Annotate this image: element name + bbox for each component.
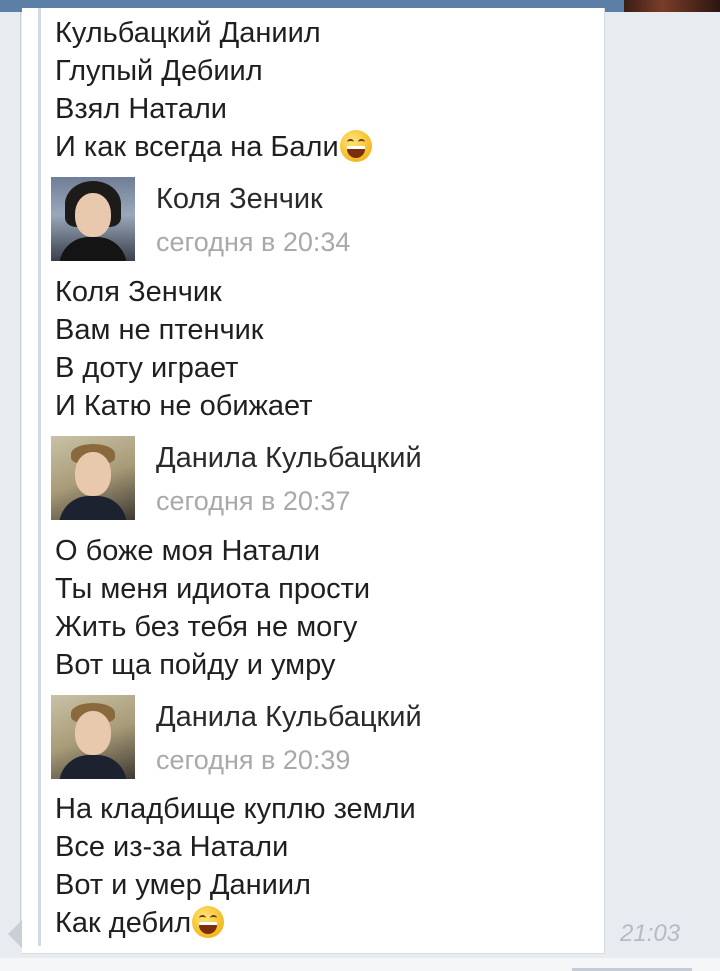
bubble-tail <box>8 920 22 948</box>
message-line: Как дебил <box>55 907 192 939</box>
thread-line <box>20 12 21 947</box>
message-line: Все из-за Натали <box>55 831 289 863</box>
grinning-face-icon <box>339 130 372 162</box>
message-line: Взял Натали <box>55 93 227 125</box>
message-line: Глупый Дебиил <box>55 55 263 87</box>
message-line: Вам не птенчик <box>55 314 264 346</box>
forwarded-text-block: О боже моя Натали Ты меня идиота прости … <box>55 532 370 684</box>
message-line: Кульбацкий Даниил <box>55 17 321 49</box>
author-avatar[interactable] <box>51 177 135 261</box>
forwarded-text-block: Кульбацкий Даниил Глупый Дебиил Взял Нат… <box>55 14 372 166</box>
bottom-bar <box>0 958 720 971</box>
topbar-avatar[interactable] <box>624 0 720 12</box>
message-bubble[interactable]: Кульбацкий Даниил Глупый Дебиил Взял Нат… <box>22 8 605 954</box>
message-line-with-emoji: Как дебил <box>55 904 416 942</box>
message-line: И как всегда на Бали <box>55 131 339 163</box>
message-line: И Катю не обижает <box>55 390 313 422</box>
message-time: 21:03 <box>620 920 681 947</box>
forwarded-post-header: Данила Кульбацкий сегодня в 20:39 <box>51 695 591 779</box>
forwarded-quote-bar <box>38 8 41 946</box>
forwarded-post-header: Данила Кульбацкий сегодня в 20:37 <box>51 436 591 520</box>
author-name[interactable]: Коля Зенчик <box>156 183 323 216</box>
message-line: Вот и умер Даниил <box>55 869 311 901</box>
message-line: В доту играет <box>55 352 239 384</box>
message-line: О боже моя Натали <box>55 535 321 567</box>
grinning-face-icon <box>192 906 225 938</box>
forwarded-text-block: Коля Зенчик Вам не птенчик В доту играет… <box>55 273 313 425</box>
message-line: Вот ща пойду и умру <box>55 649 336 681</box>
message-line: Жить без тебя не могу <box>55 611 358 643</box>
post-timestamp: сегодня в 20:37 <box>156 486 351 516</box>
author-avatar[interactable] <box>51 436 135 520</box>
message-line: На кладбище куплю земли <box>55 793 416 825</box>
post-timestamp: сегодня в 20:39 <box>156 745 351 775</box>
message-line-with-emoji: И как всегда на Бали <box>55 128 372 166</box>
message-line: Ты меня идиота прости <box>55 573 371 605</box>
author-avatar[interactable] <box>51 695 135 779</box>
forwarded-post-header: Коля Зенчик сегодня в 20:34 <box>51 177 591 261</box>
message-line: Коля Зенчик <box>55 276 222 308</box>
post-timestamp: сегодня в 20:34 <box>156 227 351 257</box>
forwarded-text-block: На кладбище куплю земли Все из-за Натали… <box>55 790 416 942</box>
author-name[interactable]: Данила Кульбацкий <box>156 701 422 734</box>
author-name[interactable]: Данила Кульбацкий <box>156 442 422 475</box>
